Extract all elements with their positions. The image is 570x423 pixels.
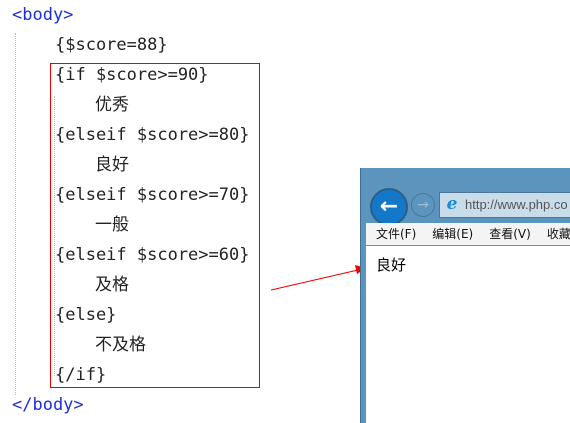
forward-button[interactable]: → <box>411 193 435 217</box>
menu-bar: 文件(F) 编辑(E) 查看(V) 收藏夹 <box>366 223 570 246</box>
menu-favorites[interactable]: 收藏夹 <box>547 227 570 241</box>
address-text: http://www.php.co <box>465 197 568 212</box>
address-bar[interactable]: e http://www.php.co <box>439 192 570 218</box>
menu-file[interactable]: 文件(F) <box>376 227 416 241</box>
menu-view[interactable]: 查看(V) <box>489 227 531 241</box>
ie-icon: e <box>446 194 458 214</box>
back-button[interactable]: ← <box>370 188 408 226</box>
page-content: 良好 <box>366 246 570 423</box>
menu-edit[interactable]: 编辑(E) <box>432 227 473 241</box>
browser-window: ← → e http://www.php.co 文件(F) 编辑(E) 查看(V) 收藏… <box>360 168 570 423</box>
